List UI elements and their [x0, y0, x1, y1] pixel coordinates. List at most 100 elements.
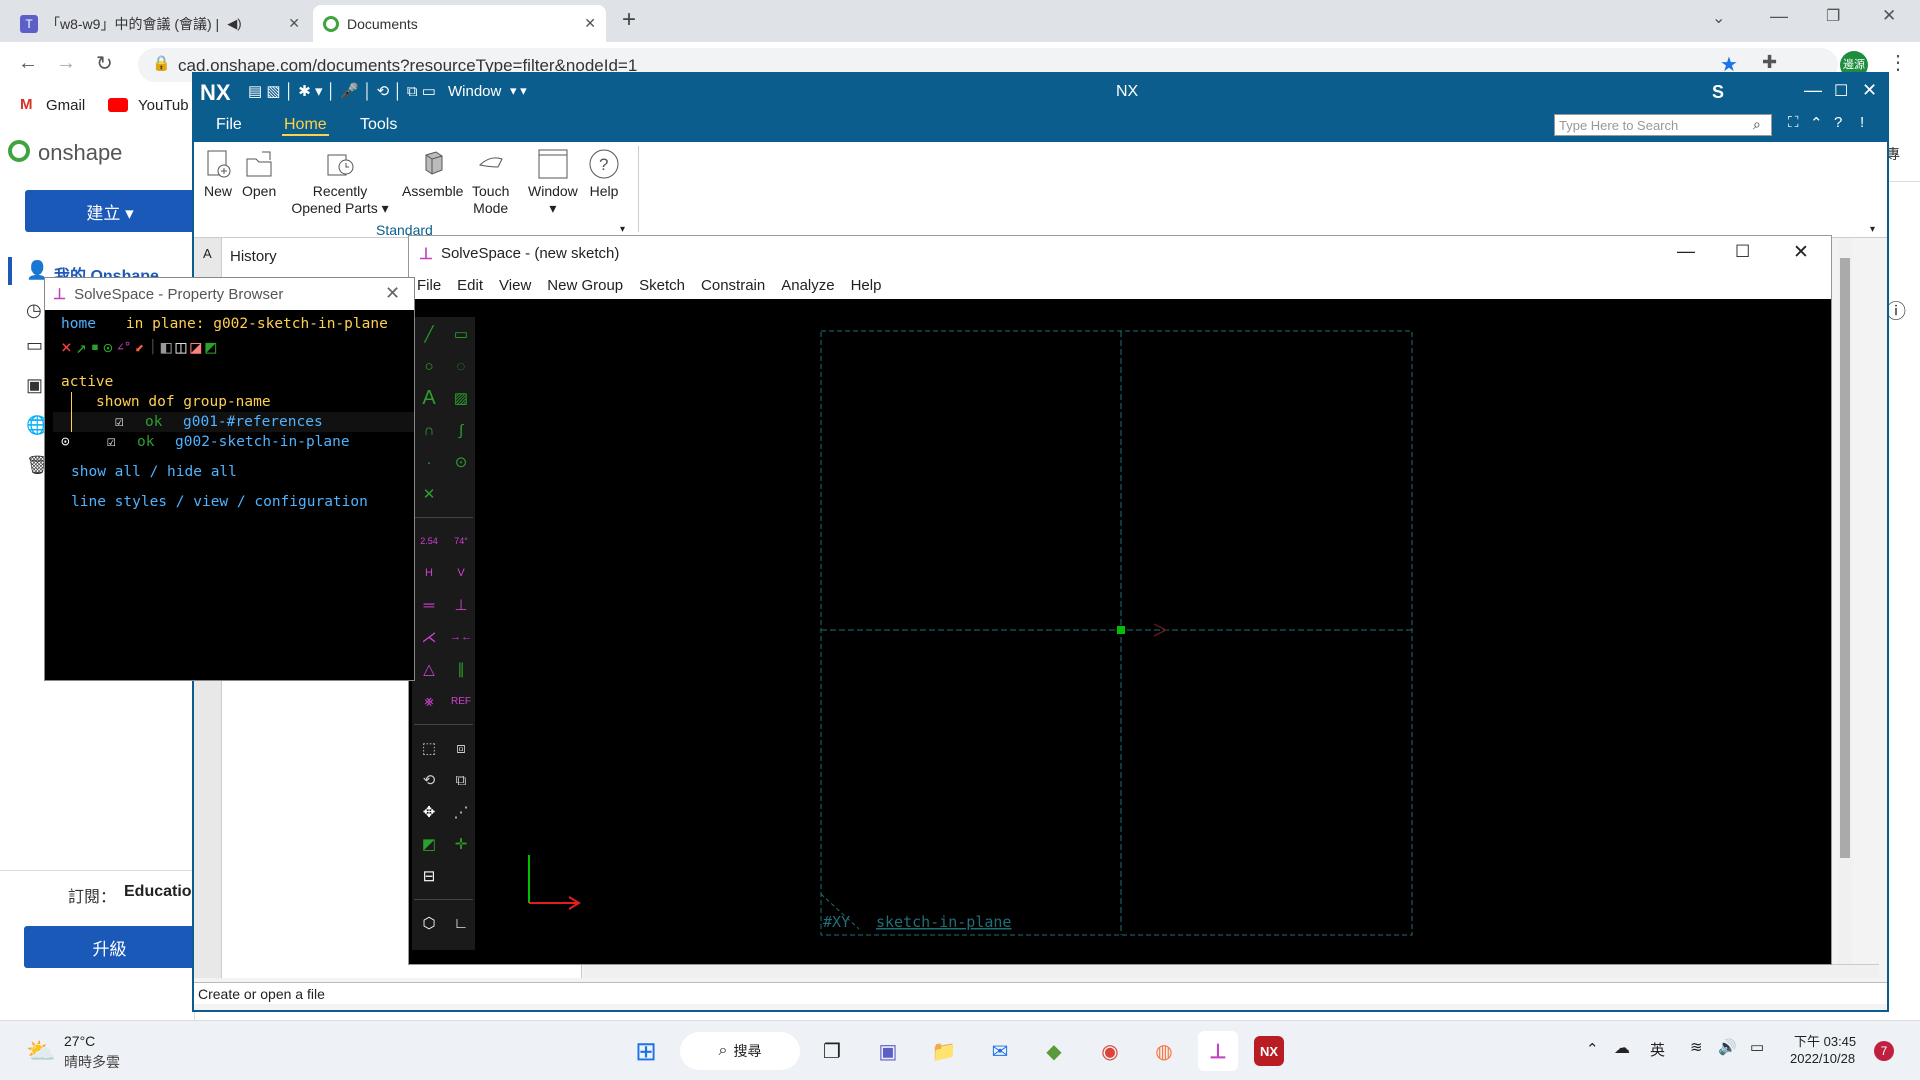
rectangle-tool-icon[interactable]: ▭: [446, 319, 476, 349]
quick-access-icons[interactable]: ▤ ▧ │ ✱ ▾ │ 🎤 │ ⟲ │ ⧉ ▭: [248, 82, 436, 100]
distance-constraint-icon[interactable]: 2.54: [414, 526, 444, 556]
ss-menu-new-group[interactable]: New Group: [539, 277, 631, 294]
origin-point[interactable]: [1117, 626, 1125, 634]
minimize-icon[interactable]: —: [1770, 6, 1788, 27]
show-faces-icon[interactable]: ⬋: [135, 338, 145, 357]
ribbon-expand-icon[interactable]: ▾: [1870, 224, 1875, 235]
show-constraints-icon[interactable]: ∠°: [117, 340, 131, 354]
nx-taskbar-icon[interactable]: NX: [1254, 1036, 1284, 1066]
fullscreen-icon[interactable]: ⛶: [1788, 114, 1799, 131]
volume-icon[interactable]: 🔊: [1718, 1038, 1737, 1056]
pb-show-all-link[interactable]: show all: [71, 464, 141, 480]
pb-close-icon[interactable]: ✕: [385, 283, 400, 304]
restore-icon[interactable]: ❐: [1826, 6, 1840, 26]
collapse-ribbon-icon[interactable]: ⌃: [1810, 114, 1823, 132]
speaker-icon[interactable]: ◀): [227, 16, 241, 32]
pb-group-name[interactable]: g001-#references: [183, 412, 323, 432]
reference-constraint-icon[interactable]: REF: [446, 686, 476, 716]
nx-menu-tools[interactable]: Tools: [360, 116, 397, 134]
perpendicular-constraint-icon[interactable]: ⊥: [446, 590, 476, 620]
help-circle-icon[interactable]: ?: [1834, 114, 1842, 131]
active-radio-icon[interactable]: ⊙: [61, 432, 107, 452]
upgrade-button[interactable]: 升級: [24, 926, 195, 968]
ss-menu-edit[interactable]: Edit: [449, 277, 491, 294]
ss-menu-constrain[interactable]: Constrain: [693, 277, 773, 294]
show-shaded-icon[interactable]: ◧: [161, 337, 172, 358]
wifi-icon[interactable]: ≋: [1690, 1038, 1703, 1056]
vertical-scrollbar[interactable]: [1838, 238, 1852, 964]
equal-constraint-icon[interactable]: →←: [446, 622, 476, 652]
alert-icon[interactable]: !: [1860, 114, 1864, 131]
ss-minimize-icon[interactable]: —: [1677, 241, 1695, 262]
create-button[interactable]: 建立 ▾: [25, 190, 195, 232]
nx-menu-home[interactable]: Home: [282, 116, 329, 136]
battery-icon[interactable]: ▭: [1750, 1038, 1764, 1056]
isometric-view-icon[interactable]: ⬡: [414, 908, 444, 938]
vertical-constraint-icon[interactable]: V: [446, 558, 476, 588]
ss-menu-view[interactable]: View: [491, 277, 539, 294]
lathe-group-icon[interactable]: ⟲: [414, 765, 444, 795]
shown-checkbox-icon[interactable]: ☑: [115, 412, 145, 432]
ribbon-touch-mode-button[interactable]: Touch Mode: [472, 148, 509, 217]
recent-icon[interactable]: ◷: [26, 300, 42, 321]
extrude-group-icon[interactable]: ⧈: [446, 733, 476, 763]
nearest-ortho-icon[interactable]: ✛: [446, 829, 476, 859]
construction-tool-icon[interactable]: ⊙: [446, 447, 476, 477]
tangent-arc-tool-icon[interactable]: ∩: [414, 415, 444, 445]
pb-group-row[interactable]: ☑ ok g001-#references: [53, 412, 414, 432]
weather-temp[interactable]: 27°C: [64, 1033, 95, 1049]
tray-expand-icon[interactable]: ⌃: [1586, 1040, 1599, 1058]
horizontal-constraint-icon[interactable]: H: [414, 558, 444, 588]
extensions-icon[interactable]: ✚: [1762, 52, 1777, 73]
ss-close-icon[interactable]: ✕: [1793, 241, 1809, 264]
siemens-badge[interactable]: S: [1712, 82, 1724, 103]
ribbon-assemble-button[interactable]: Assemble: [402, 148, 463, 200]
horizontal-scrollbar[interactable]: [584, 964, 1879, 978]
group-dropdown-icon[interactable]: ▾: [620, 224, 625, 235]
document-icon[interactable]: ▭: [26, 335, 43, 356]
angle-constraint-icon[interactable]: 74°: [446, 526, 476, 556]
step-translate-icon[interactable]: ⋰: [446, 797, 476, 827]
ss-canvas[interactable]: #XY sketch-in-plane: [409, 299, 1831, 964]
shown-checkbox-icon[interactable]: ☑: [107, 432, 137, 452]
clock-time[interactable]: 下午 03:45: [1794, 1031, 1856, 1050]
show-normals-icon[interactable]: ↗: [76, 337, 87, 358]
new-tab-button[interactable]: +: [622, 6, 636, 34]
weather-icon[interactable]: ⛅: [26, 1037, 56, 1066]
pb-hide-all-link[interactable]: hide all: [167, 464, 237, 480]
symmetric-constraint-icon[interactable]: △: [414, 654, 444, 684]
nx-close-icon[interactable]: ✕: [1862, 80, 1877, 101]
pb-group-name[interactable]: g002-sketch-in-plane: [175, 432, 350, 452]
chrome-icon[interactable]: ◉: [1090, 1031, 1130, 1071]
info-icon[interactable]: ⓘ: [1886, 295, 1906, 324]
arc-tool-icon[interactable]: ◌: [446, 351, 476, 381]
file-explorer-icon[interactable]: 📁: [924, 1031, 964, 1071]
ss-maximize-icon[interactable]: ☐: [1735, 242, 1750, 262]
tab-search-icon[interactable]: ⌄: [1712, 8, 1725, 28]
close-tab-icon[interactable]: ✕: [584, 15, 596, 32]
nx-minimize-icon[interactable]: —: [1804, 80, 1822, 101]
pb-group-row[interactable]: ⊙ ☑ ok g002-sketch-in-plane: [61, 432, 414, 452]
ribbon-open-button[interactable]: Open: [242, 148, 276, 200]
shared-icon[interactable]: ▣: [26, 375, 43, 396]
ribbon-recent-parts-button[interactable]: Recently Opened Parts ▾: [290, 148, 390, 217]
circle-tool-icon[interactable]: ○: [414, 351, 444, 381]
same-orientation-icon[interactable]: ∥: [446, 654, 476, 684]
window-menu[interactable]: Window: [448, 83, 501, 100]
show-construction-icon[interactable]: ⊙: [103, 338, 113, 357]
teams-chat-icon[interactable]: ▣: [868, 1031, 908, 1071]
point-on-line-constraint-icon[interactable]: ⋌: [414, 622, 444, 652]
ime-indicator[interactable]: 英: [1650, 1039, 1665, 1060]
notification-badge[interactable]: 7: [1874, 1041, 1894, 1061]
close-window-icon[interactable]: ✕: [1882, 6, 1896, 26]
lock-icon[interactable]: 🔒: [152, 54, 171, 72]
search-icon[interactable]: ⌕: [1753, 116, 1761, 133]
show-edges-icon[interactable]: ◫: [176, 337, 187, 358]
spline-tool-icon[interactable]: ∫: [446, 415, 476, 445]
revolve-group-icon[interactable]: ⧉: [446, 765, 476, 795]
nx-menu-file[interactable]: File: [216, 116, 242, 134]
task-view-icon[interactable]: ❐: [812, 1031, 852, 1071]
tab-teams-meeting[interactable]: T 「w8-w9」中的會議 (會議) | ◀) ✕: [10, 5, 310, 42]
forward-icon[interactable]: →: [56, 52, 76, 75]
resource-tab-letter[interactable]: A: [203, 246, 212, 261]
